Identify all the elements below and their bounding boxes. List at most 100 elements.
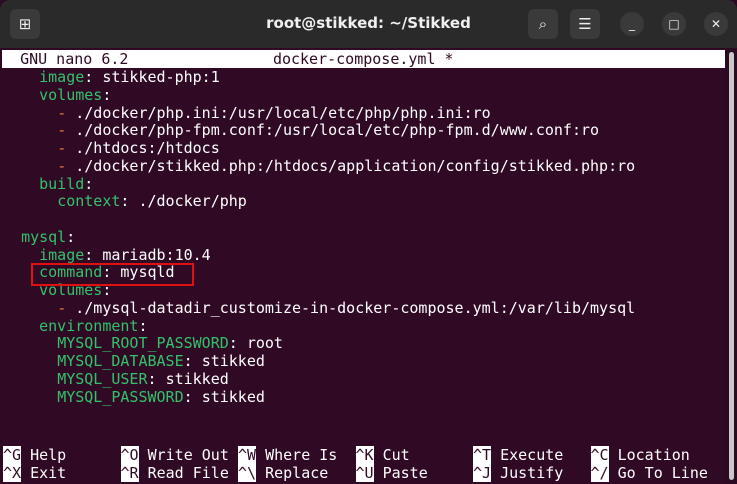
minimize-button[interactable]: _: [620, 12, 644, 36]
shortcut-read-file[interactable]: ^R Read File: [120, 464, 229, 482]
shortcut-key: ^R: [120, 464, 139, 482]
yaml-key: environment: [39, 316, 139, 335]
shortcut-help[interactable]: ^G Help: [3, 446, 66, 464]
yaml-value: stikked: [165, 369, 229, 388]
code-line: - ./docker/stikked.php:/htdocs/applicati…: [3, 157, 635, 175]
yaml-sep: :: [147, 369, 166, 388]
yaml-key: image: [39, 245, 85, 264]
shortcut-justify[interactable]: ^J Justify: [473, 464, 563, 482]
code-line: MYSQL_DATABASE: stikked: [3, 352, 265, 370]
shortcut-location[interactable]: ^C Location: [590, 446, 690, 464]
yaml-value: stikked-php:1: [102, 68, 220, 86]
code-line: - ./docker/php-fpm.conf:/usr/local/etc/p…: [3, 121, 599, 139]
yaml-sep: :: [66, 227, 76, 246]
shortcut-label: Execute: [500, 446, 564, 464]
maximize-icon: □: [668, 17, 680, 31]
yaml-key: context: [57, 192, 121, 211]
shortcut-go-to-line[interactable]: ^/ Go To Line: [590, 464, 708, 482]
list-dash: -: [57, 139, 67, 157]
code-line: - ./docker/php.ini:/usr/local/etc/php/ph…: [3, 103, 491, 122]
yaml-key: build: [39, 174, 85, 193]
yaml-sep: :: [102, 85, 112, 104]
shortcut-key: ^G: [3, 446, 22, 464]
shortcut-key: ^U: [355, 464, 374, 482]
maximize-button[interactable]: □: [662, 12, 686, 36]
shortcut-key: ^C: [590, 446, 609, 464]
list-dash: -: [57, 103, 67, 122]
yaml-key: image: [39, 68, 85, 86]
shortcut-key: ^K: [355, 446, 374, 464]
scrollbar[interactable]: [729, 52, 734, 480]
yaml-sep: :: [183, 387, 202, 406]
shortcut-label: Justify: [500, 464, 564, 482]
close-icon: ✕: [710, 17, 722, 31]
code-line: environment:: [3, 316, 147, 335]
yaml-sep: :: [84, 245, 103, 264]
yaml-key: MYSQL_PASSWORD: [57, 387, 184, 406]
shortcut-label: Write Out: [147, 446, 229, 464]
close-button[interactable]: ✕: [704, 12, 728, 36]
yaml-value: ./docker/php-fpm.conf:/usr/local/etc/php…: [66, 121, 600, 140]
list-dash: -: [57, 121, 67, 140]
yaml-value: ./mysql-datadir_customize-in-docker-comp…: [66, 298, 636, 317]
list-dash: -: [57, 156, 67, 175]
minimize-icon: _: [629, 17, 635, 31]
menu-button[interactable]: ☰: [570, 9, 600, 39]
code-line: - ./htdocs:/htdocs: [3, 139, 220, 157]
code-line: image: stikked-php:1: [3, 68, 220, 86]
yaml-sep: :: [84, 174, 94, 193]
code-line: mysql:: [3, 228, 75, 246]
shortcut-label: Go To Line: [617, 464, 708, 482]
shortcut-label: Paste: [382, 464, 428, 482]
shortcut-execute[interactable]: ^T Execute: [473, 446, 563, 464]
yaml-value: root: [246, 334, 283, 353]
yaml-sep: :: [120, 192, 139, 211]
code-line: volumes:: [3, 86, 111, 104]
yaml-value: ./docker/stikked.php:/htdocs/application…: [66, 156, 636, 175]
search-icon: ⌕: [538, 15, 548, 33]
shortcut-key: ^J: [473, 464, 492, 482]
shortcut-key: ^T: [473, 446, 492, 464]
shortcut-write-out[interactable]: ^O Write Out: [120, 446, 229, 464]
shortcut-replace[interactable]: ^\ Replace: [238, 464, 328, 482]
title-bar: ⊞ root@stikked: ~/Stikked ⌕ ☰ _ □ ✕: [0, 0, 737, 48]
shortcut-exit[interactable]: ^X Exit: [3, 464, 66, 482]
yaml-value: ./docker/php.ini:/usr/local/etc/php/php.…: [66, 103, 491, 122]
yaml-value: stikked: [201, 387, 265, 406]
search-button[interactable]: ⌕: [528, 9, 558, 39]
shortcut-cut[interactable]: ^K Cut: [355, 446, 410, 464]
yaml-sep: :: [228, 334, 247, 353]
yaml-key: MYSQL_ROOT_PASSWORD: [57, 334, 229, 353]
shortcut-key: ^\: [238, 464, 257, 482]
yaml-key: mysql: [21, 227, 67, 246]
file-name: docker-compose.yml *: [272, 50, 454, 68]
shortcut-label: Help: [30, 446, 67, 464]
shortcut-where-is[interactable]: ^W Where Is: [238, 446, 337, 464]
list-dash: -: [57, 298, 67, 317]
yaml-key: volumes: [39, 85, 103, 104]
nano-header: GNU nano 6.2 docker-compose.yml *: [2, 50, 725, 68]
code-line: - ./mysql-datadir_customize-in-docker-co…: [3, 299, 635, 317]
code-line: MYSQL_USER: stikked: [3, 370, 229, 388]
nano-version: GNU nano 6.2: [20, 50, 129, 68]
yaml-value: stikked: [201, 352, 265, 370]
yaml-value: ./docker/php: [138, 192, 247, 211]
shortcut-label: Location: [617, 446, 690, 464]
shortcut-label: Read File: [147, 464, 229, 482]
shortcut-paste[interactable]: ^U Paste: [355, 464, 428, 482]
yaml-value: mariadb:10.4: [102, 245, 211, 264]
